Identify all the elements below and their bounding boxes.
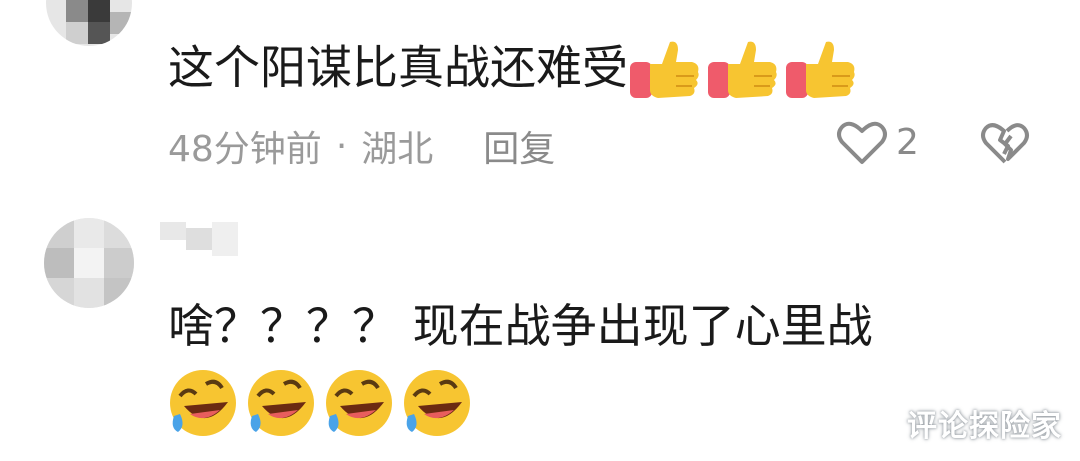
- comment-text: 这个阳谋比真战还难受: [168, 36, 858, 106]
- dislike-button[interactable]: [980, 120, 1030, 170]
- meta-separator: ·: [335, 125, 348, 167]
- reply-button[interactable]: 回复: [483, 120, 555, 172]
- like-count: 2: [896, 121, 919, 163]
- rolling-laughing-icon: [248, 370, 314, 436]
- thumbs-up-icon: [630, 41, 699, 98]
- username-blurred[interactable]: [160, 222, 240, 258]
- thumbs-up-icon: [708, 41, 777, 98]
- comment-1: 这个阳谋比真战还难受 48分钟前 · 湖北 回复 2: [0, 0, 1080, 200]
- thumbs-up-icon: [786, 41, 855, 98]
- avatar[interactable]: [46, 0, 132, 46]
- broken-heart-icon: [981, 123, 1029, 164]
- emoji-group: [166, 366, 474, 440]
- avatar[interactable]: [44, 218, 134, 308]
- watermark: 评论探险家: [907, 409, 1062, 444]
- comment-meta: 48分钟前 · 湖北 回复: [168, 120, 555, 172]
- location: 湖北: [361, 129, 434, 170]
- comment-body: 这个阳谋比真战还难受: [168, 40, 628, 95]
- rolling-laughing-icon: [326, 370, 392, 436]
- heart-icon: [837, 121, 887, 164]
- comment-text: 啥？？？？ 现在战争出现了心里战: [168, 296, 873, 356]
- like-button[interactable]: 2: [836, 118, 919, 166]
- username-blurred[interactable]: [168, 0, 368, 10]
- rolling-laughing-icon: [170, 370, 236, 436]
- timestamp: 48分钟前: [168, 129, 322, 170]
- comment-body: 啥？？？？ 现在战争出现了心里战: [168, 299, 873, 353]
- rolling-laughing-icon: [404, 370, 470, 436]
- emoji-group: [628, 36, 858, 106]
